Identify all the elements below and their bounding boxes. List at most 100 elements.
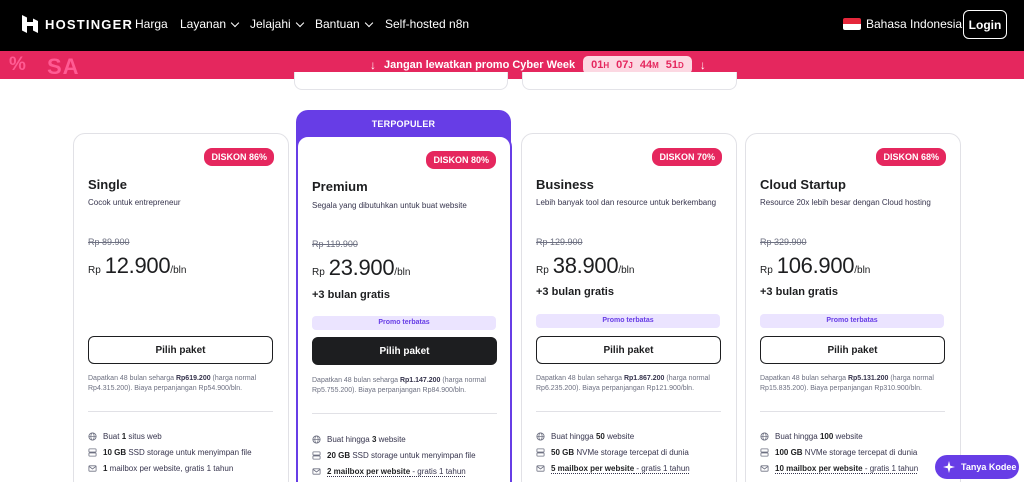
plan-fine-print: Dapatkan 48 bulan seharga Rp5.131.200 (h… [760, 375, 934, 392]
promo-tag: Promo terbatas [760, 314, 944, 328]
nav-harga[interactable]: Harga [135, 17, 168, 31]
feature-websites: Buat hingga 3 website [312, 435, 406, 444]
plan-description: Segala yang dibutuhkan untuk buat websit… [312, 201, 467, 210]
chat-label: Tanya Kodee [961, 462, 1017, 472]
mail-icon [88, 465, 97, 472]
choose-plan-button[interactable]: Pilih paket [312, 337, 497, 365]
previous-section-box [522, 72, 737, 90]
storage-icon [536, 448, 545, 457]
nav-label: Self-hosted n8n [385, 17, 470, 31]
plan-card-premium: DISKON 80% Premium Segala yang dibutuhka… [296, 135, 512, 482]
language-label: Bahasa Indonesia [866, 17, 963, 31]
old-price: Rp 89.900 [88, 237, 130, 247]
sale-decoration: SA [47, 54, 80, 79]
globe-icon [536, 432, 545, 441]
plan-name: Single [88, 177, 128, 192]
old-price: Rp 329.900 [760, 237, 807, 247]
plan-card-cloud-startup: DISKON 68% Cloud Startup Resource 20x le… [745, 133, 961, 482]
indonesia-flag-icon [843, 18, 861, 30]
nav-label: Bantuan [315, 17, 360, 31]
language-selector[interactable]: Bahasa Indonesia [843, 17, 962, 31]
countdown-detik: 51D [665, 59, 684, 71]
feature-websites: Buat 1 situs web [88, 432, 162, 441]
storage-icon [312, 451, 321, 460]
login-button[interactable]: Login [963, 10, 1007, 39]
nav-label: Harga [135, 17, 168, 31]
old-price: Rp 119.900 [312, 239, 358, 249]
promo-bar[interactable]: % SA ↓ Jangan lewatkan promo Cyber Week … [0, 51, 1024, 79]
feature-mailbox[interactable]: 10 mailbox per website - gratis 1 tahun [760, 464, 918, 473]
feature-storage: 10 GB SSD storage untuk menyimpan file [88, 448, 252, 457]
chevron-down-icon [230, 18, 240, 27]
countdown-jam: 07J [616, 59, 633, 71]
nav-label: Layanan [180, 17, 227, 31]
arrow-down-icon: ↓ [370, 58, 376, 72]
divider [760, 411, 945, 412]
mail-icon [536, 465, 545, 472]
chevron-down-icon [364, 18, 373, 27]
globe-icon [760, 432, 769, 441]
discount-badge: DISKON 68% [876, 148, 946, 166]
choose-plan-button[interactable]: Pilih paket [760, 336, 945, 364]
chat-assistant-button[interactable]: Tanya Kodee [935, 455, 1019, 479]
feature-mailbox[interactable]: 2 mailbox per website - gratis 1 tahun [312, 467, 466, 476]
percent-decoration: % [9, 54, 26, 75]
plan-name: Premium [312, 179, 368, 194]
discount-badge: DISKON 80% [426, 151, 496, 169]
storage-icon [760, 448, 769, 457]
nav-bantuan[interactable]: Bantuan [315, 17, 373, 31]
plan-description: Lebih banyak tool dan resource untuk ber… [536, 198, 717, 207]
divider [312, 413, 497, 414]
top-navigation: HOSTINGER Harga Layanan Jelajahi Bantuan… [0, 0, 1024, 51]
nav-self-hosted-n8n[interactable]: Self-hosted n8n [385, 17, 469, 31]
nav-jelajahi[interactable]: Jelajahi [250, 17, 304, 31]
arrow-down-icon: ↓ [699, 58, 706, 72]
feature-websites: Buat hingga 50 website [536, 432, 634, 441]
nav-layanan[interactable]: Layanan [180, 17, 240, 31]
globe-icon [312, 435, 321, 444]
plan-card-business: DISKON 70% Business Lebih banyak tool da… [521, 133, 737, 482]
price: Rp 38.900 /bln [536, 253, 635, 278]
bonus-months: +3 bulan gratis [312, 289, 390, 301]
old-price: Rp 129.900 [536, 237, 583, 247]
bonus-months: +3 bulan gratis [536, 286, 614, 298]
choose-plan-button[interactable]: Pilih paket [88, 336, 273, 364]
mail-icon [312, 468, 321, 475]
divider [536, 411, 721, 412]
countdown-hari: 01H [591, 59, 610, 71]
plan-description: Resource 20x lebih besar dengan Cloud ho… [760, 198, 931, 207]
plan-name: Cloud Startup [760, 177, 846, 192]
storage-icon [88, 448, 97, 457]
hostinger-logo[interactable]: HOSTINGER [22, 15, 133, 33]
promo-message: Jangan lewatkan promo Cyber Week [384, 59, 576, 71]
plan-fine-print: Dapatkan 48 bulan seharga Rp1.147.200 (h… [312, 377, 486, 394]
plan-card-single: DISKON 86% Single Cocok untuk entreprene… [73, 133, 289, 482]
discount-badge: DISKON 86% [204, 148, 274, 166]
brand-name: HOSTINGER [45, 16, 134, 32]
feature-mailbox: 1 mailbox per website, gratis 1 tahun [88, 464, 233, 473]
chevron-down-icon [295, 18, 304, 27]
choose-plan-button[interactable]: Pilih paket [536, 336, 721, 364]
price: Rp 12.900 /bln [88, 253, 187, 278]
plan-description: Cocok untuk entrepreneur [88, 198, 181, 207]
previous-section-box [294, 72, 508, 90]
plan-fine-print: Dapatkan 48 bulan seharga Rp619.200 (har… [88, 375, 257, 392]
bonus-months: +3 bulan gratis [760, 286, 838, 298]
hostinger-logo-icon [22, 15, 38, 33]
feature-storage: 20 GB SSD storage untuk menyimpan file [312, 451, 476, 460]
price: Rp 23.900 /bln [312, 255, 411, 280]
plan-name: Business [536, 177, 594, 192]
price: Rp 106.900 /bln [760, 253, 871, 278]
promo-tag: Promo terbatas [312, 316, 496, 330]
plan-fine-print: Dapatkan 48 bulan seharga Rp1.867.200 (h… [536, 375, 710, 392]
feature-websites: Buat hingga 100 website [760, 432, 863, 441]
discount-badge: DISKON 70% [652, 148, 722, 166]
promo-tag: Promo terbatas [536, 314, 720, 328]
feature-storage: 100 GB NVMe storage tercepat di dunia [760, 448, 917, 457]
globe-icon [88, 432, 97, 441]
feature-mailbox[interactable]: 5 mailbox per website - gratis 1 tahun [536, 464, 690, 473]
nav-label: Jelajahi [250, 17, 291, 31]
sparkle-icon [943, 461, 955, 473]
feature-storage: 50 GB NVMe storage tercepat di dunia [536, 448, 689, 457]
divider [88, 411, 273, 412]
